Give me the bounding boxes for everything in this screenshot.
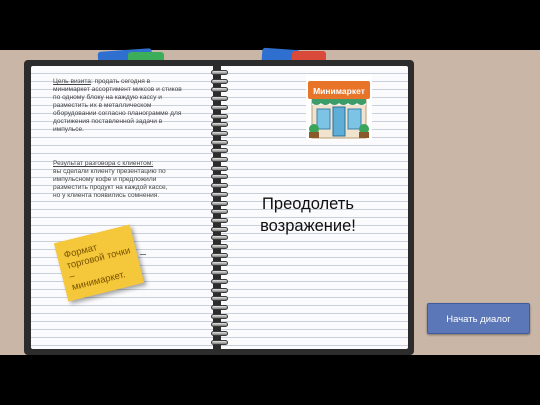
spiral-ring [211,244,228,249]
spiral-ring [211,217,228,223]
spiral-ring [211,270,228,276]
spiral-ring [211,304,228,310]
spiral-ring [211,70,228,75]
spiral-ring [211,130,228,136]
spiral-ring [211,183,228,189]
spiral-ring [211,139,228,145]
storefront-icon: Минимаркет [306,74,372,140]
store-sign-text: Минимаркет [313,86,365,96]
spiral-ring [211,261,228,267]
spiral-ring [211,87,228,93]
sticky-note-text: Формат торговой точки – минимаркет. [62,242,132,294]
spiral-ring [211,278,228,284]
visit-goal: Цель визита: продать сегодня в минимарке… [53,78,213,134]
spiral-ring [211,174,228,180]
visit-goal-text: : продать сегодня в минимаркет ассортиме… [53,78,182,133]
start-dialog-button[interactable]: Начать диалог [427,303,530,334]
visit-goal-heading: Цель визита [53,78,91,85]
spiral-ring [211,148,228,154]
spiral-ring [211,200,228,206]
spiral-ring [211,104,228,110]
divider [140,254,146,255]
conversation-result: Результат разговора с клиентом: вы сдела… [53,160,213,200]
storefront-illustration: Минимаркет [308,81,370,139]
spiral-ring [211,339,228,345]
conversation-result-text: вы сделали клиенту презентацию по импуль… [53,168,168,199]
spiral-binding [211,70,231,348]
spiral-ring [211,122,228,128]
spiral-ring [211,296,228,302]
spiral-ring [211,235,228,241]
spiral-ring [211,165,228,171]
objective-title: Преодолеть возражение! [260,195,356,235]
spiral-ring [211,157,228,162]
spiral-ring [211,113,228,119]
spiral-ring [211,331,228,336]
spiral-ring [211,252,228,258]
spiral-ring [211,191,228,197]
spiral-ring [211,226,228,232]
spiral-ring [211,313,228,319]
spiral-ring [211,287,228,293]
spiral-ring [211,322,228,328]
spiral-ring [211,78,228,84]
spiral-ring [211,96,228,102]
spiral-ring [211,209,228,215]
conversation-result-heading: Результат разговора с клиентом: [53,160,154,167]
